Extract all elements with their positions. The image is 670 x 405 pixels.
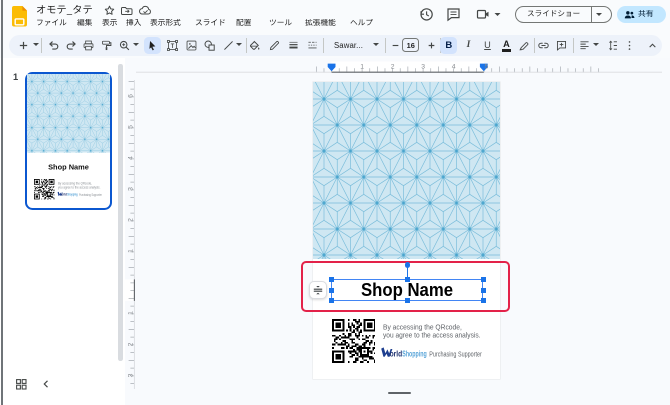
svg-text:2: 2	[391, 64, 395, 71]
svg-text:3: 3	[421, 64, 425, 71]
svg-text:5: 5	[485, 64, 489, 71]
svg-text:1: 1	[127, 311, 134, 315]
svg-text:Purchasing Supporter: Purchasing Supporter	[429, 350, 482, 359]
svg-text:2: 2	[127, 218, 134, 222]
svg-text:5: 5	[127, 125, 134, 129]
svg-text:4: 4	[127, 156, 134, 160]
svg-text:Shopping: Shopping	[402, 348, 426, 358]
svg-text:6: 6	[127, 94, 134, 98]
svg-text:1: 1	[127, 249, 134, 253]
svg-text:2: 2	[127, 342, 134, 346]
svg-text:3: 3	[127, 187, 134, 191]
svg-text:1: 1	[360, 64, 364, 71]
svg-text:3: 3	[127, 373, 134, 377]
svg-text:you agree to the access analys: you agree to the access analysis.	[383, 331, 481, 340]
svg-text:4: 4	[452, 64, 456, 71]
svg-text:Shop Name: Shop Name	[361, 279, 453, 300]
svg-text:orld: orld	[390, 348, 403, 358]
